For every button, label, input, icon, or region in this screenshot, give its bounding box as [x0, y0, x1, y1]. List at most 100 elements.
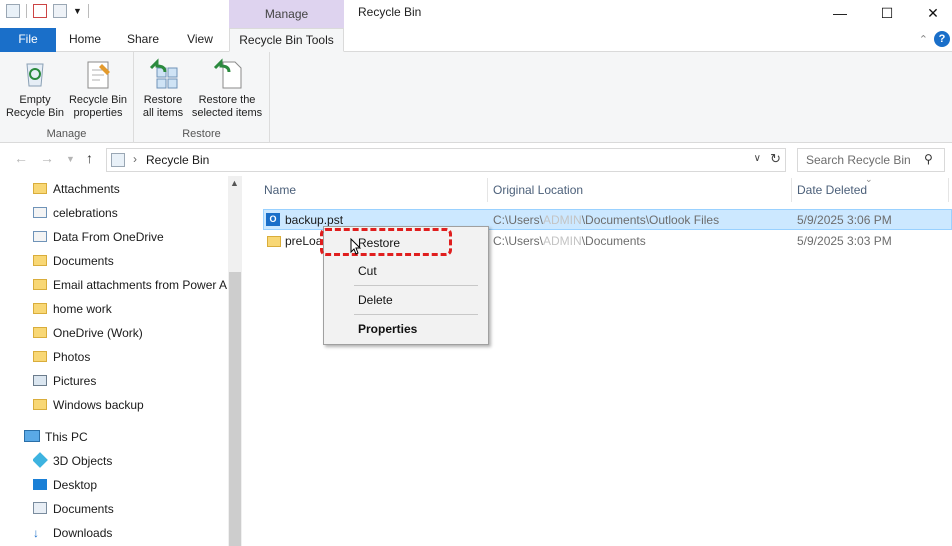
- forward-arrow-icon[interactable]: →: [40, 150, 54, 166]
- nav-item-data-from-onedrive[interactable]: Data From OneDrive: [33, 226, 227, 248]
- column-header-date-deleted[interactable]: Date Deleted: [797, 176, 867, 204]
- nav-item-windows-backup[interactable]: Windows backup: [33, 394, 227, 416]
- address-row: ← → ▼ ↑ › Recycle Bin ∨ ↻ Search Recycle…: [0, 146, 952, 174]
- customize-qat-icon[interactable]: ▼: [73, 6, 82, 16]
- nav-item-onedrive-work[interactable]: OneDrive (Work): [33, 322, 227, 344]
- recent-locations-icon[interactable]: ▼: [66, 154, 75, 164]
- nav-item-email-attachments[interactable]: Email attachments from Power A: [33, 274, 227, 296]
- empty-recycle-bin-button[interactable]: Empty Recycle Bin: [4, 56, 66, 120]
- search-input[interactable]: Search Recycle Bin: [797, 148, 945, 172]
- window-title: Recycle Bin: [358, 5, 422, 19]
- back-arrow-icon[interactable]: ←: [14, 150, 28, 166]
- nav-item-celebrations[interactable]: celebrations: [33, 202, 227, 224]
- nav-item-documents[interactable]: Documents: [33, 250, 227, 272]
- close-button[interactable]: ✕: [910, 0, 952, 26]
- properties-icon: [82, 58, 114, 90]
- nav-item-label: Data From OneDrive: [53, 230, 164, 244]
- date-deleted: 5/9/2025 3:03 PM: [797, 234, 892, 248]
- up-arrow-icon[interactable]: ↑: [86, 150, 93, 166]
- restore-selected-label-2: selected items: [191, 107, 263, 119]
- nav-item-photos[interactable]: Photos: [33, 346, 227, 368]
- restore-all-icon: [147, 58, 179, 90]
- linked-folder-icon: [33, 231, 47, 242]
- nav-item-pictures[interactable]: Pictures: [33, 370, 227, 392]
- new-folder-icon[interactable]: [53, 4, 67, 18]
- sort-chevron-icon: ⌄: [865, 174, 873, 184]
- navigation-pane: Attachments celebrations Data From OneDr…: [0, 176, 243, 546]
- help-icon[interactable]: ?: [934, 31, 950, 47]
- menu-item-cut[interactable]: Cut: [358, 264, 377, 278]
- menu-item-properties[interactable]: Properties: [358, 322, 417, 336]
- menu-divider: [354, 285, 478, 286]
- manage-context-tab: Manage: [229, 0, 344, 28]
- scrollbar-thumb[interactable]: [229, 272, 241, 546]
- nav-item-pc-documents[interactable]: Documents: [33, 498, 227, 520]
- restore-selected-icon: [211, 58, 243, 90]
- tab-file[interactable]: File: [0, 28, 56, 52]
- restore-all-items-button[interactable]: Restore all items: [138, 56, 188, 120]
- folder-icon: [33, 183, 47, 194]
- recycle-bin-properties-button[interactable]: Recycle Bin properties: [66, 56, 130, 120]
- restore-all-label-2: all items: [142, 107, 184, 119]
- column-divider[interactable]: [948, 178, 949, 202]
- nav-item-label: Photos: [53, 350, 91, 364]
- column-divider[interactable]: [791, 178, 792, 202]
- tab-recycle-bin-tools[interactable]: Recycle Bin Tools: [229, 28, 344, 52]
- nav-item-3d-objects[interactable]: 3D Objects: [33, 450, 227, 472]
- nav-item-this-pc[interactable]: This PC: [24, 426, 227, 448]
- tab-view[interactable]: View: [176, 28, 224, 52]
- properties-check-icon[interactable]: [33, 4, 47, 18]
- title-bar: ▼ Manage Recycle Bin — ☐ ✕: [0, 0, 952, 28]
- empty-label-2: Recycle Bin: [5, 107, 65, 119]
- scroll-up-icon[interactable]: ▲: [230, 178, 239, 188]
- tab-share[interactable]: Share: [118, 28, 168, 52]
- maximize-button[interactable]: ☐: [864, 0, 910, 26]
- recycle-bin-app-icon: [6, 4, 20, 18]
- nav-item-home-work[interactable]: home work: [33, 298, 227, 320]
- breadcrumb-chevron-icon[interactable]: ›: [133, 152, 137, 166]
- nav-item-label: Email attachments from Power A: [53, 278, 227, 292]
- properties-label-2: properties: [73, 107, 123, 119]
- column-header-original-location[interactable]: Original Location: [493, 176, 583, 204]
- folder-icon: [33, 255, 47, 266]
- nav-item-label: OneDrive (Work): [53, 326, 143, 340]
- documents-icon: [33, 502, 47, 514]
- empty-label-1: Empty: [19, 94, 51, 106]
- nav-item-label: Pictures: [53, 374, 97, 388]
- column-header-name[interactable]: Name: [264, 176, 296, 204]
- tab-home[interactable]: Home: [60, 28, 110, 52]
- restore-highlight-annotation: [320, 228, 452, 256]
- address-dropdown-icon[interactable]: ∨: [754, 153, 761, 164]
- linked-folder-icon: [33, 207, 47, 218]
- minimize-button[interactable]: —: [817, 0, 863, 26]
- nav-item-attachments[interactable]: Attachments: [33, 178, 227, 200]
- refresh-icon[interactable]: ↻: [770, 151, 781, 167]
- nav-scrollbar[interactable]: ▲: [228, 176, 242, 546]
- nav-item-label: Desktop: [53, 478, 98, 492]
- folder-icon: [33, 351, 47, 362]
- nav-item-desktop[interactable]: Desktop: [33, 474, 227, 496]
- downloads-icon: ↓: [33, 526, 39, 540]
- search-icon[interactable]: ⚲: [924, 152, 933, 166]
- file-name: preLoa: [285, 234, 323, 248]
- restore-selected-items-button[interactable]: Restore the selected items: [188, 56, 266, 120]
- manage-group: Empty Recycle Bin Recycle Bin properties…: [0, 52, 134, 143]
- divider: [87, 4, 89, 18]
- nav-item-label: Documents: [53, 254, 114, 268]
- computer-icon: [24, 430, 40, 442]
- menu-item-delete[interactable]: Delete: [358, 293, 393, 307]
- nav-item-label: Windows backup: [53, 398, 144, 412]
- address-bar[interactable]: › Recycle Bin ∨ ↻: [106, 148, 786, 172]
- properties-label-1: Recycle Bin: [68, 94, 128, 106]
- nav-item-downloads[interactable]: ↓ Downloads: [33, 522, 227, 544]
- folder-icon: [267, 236, 281, 247]
- collapse-ribbon-icon[interactable]: ⌃: [919, 33, 928, 46]
- mouse-cursor-icon: [350, 238, 362, 255]
- breadcrumb-recycle-bin[interactable]: Recycle Bin: [146, 153, 209, 167]
- column-divider[interactable]: [487, 178, 488, 202]
- ribbon: Empty Recycle Bin Recycle Bin properties…: [0, 52, 952, 143]
- restore-selected-label-1: Restore the: [198, 94, 256, 106]
- nav-item-label: 3D Objects: [53, 454, 113, 468]
- nav-item-label: Downloads: [53, 526, 113, 540]
- folder-icon: [33, 303, 47, 314]
